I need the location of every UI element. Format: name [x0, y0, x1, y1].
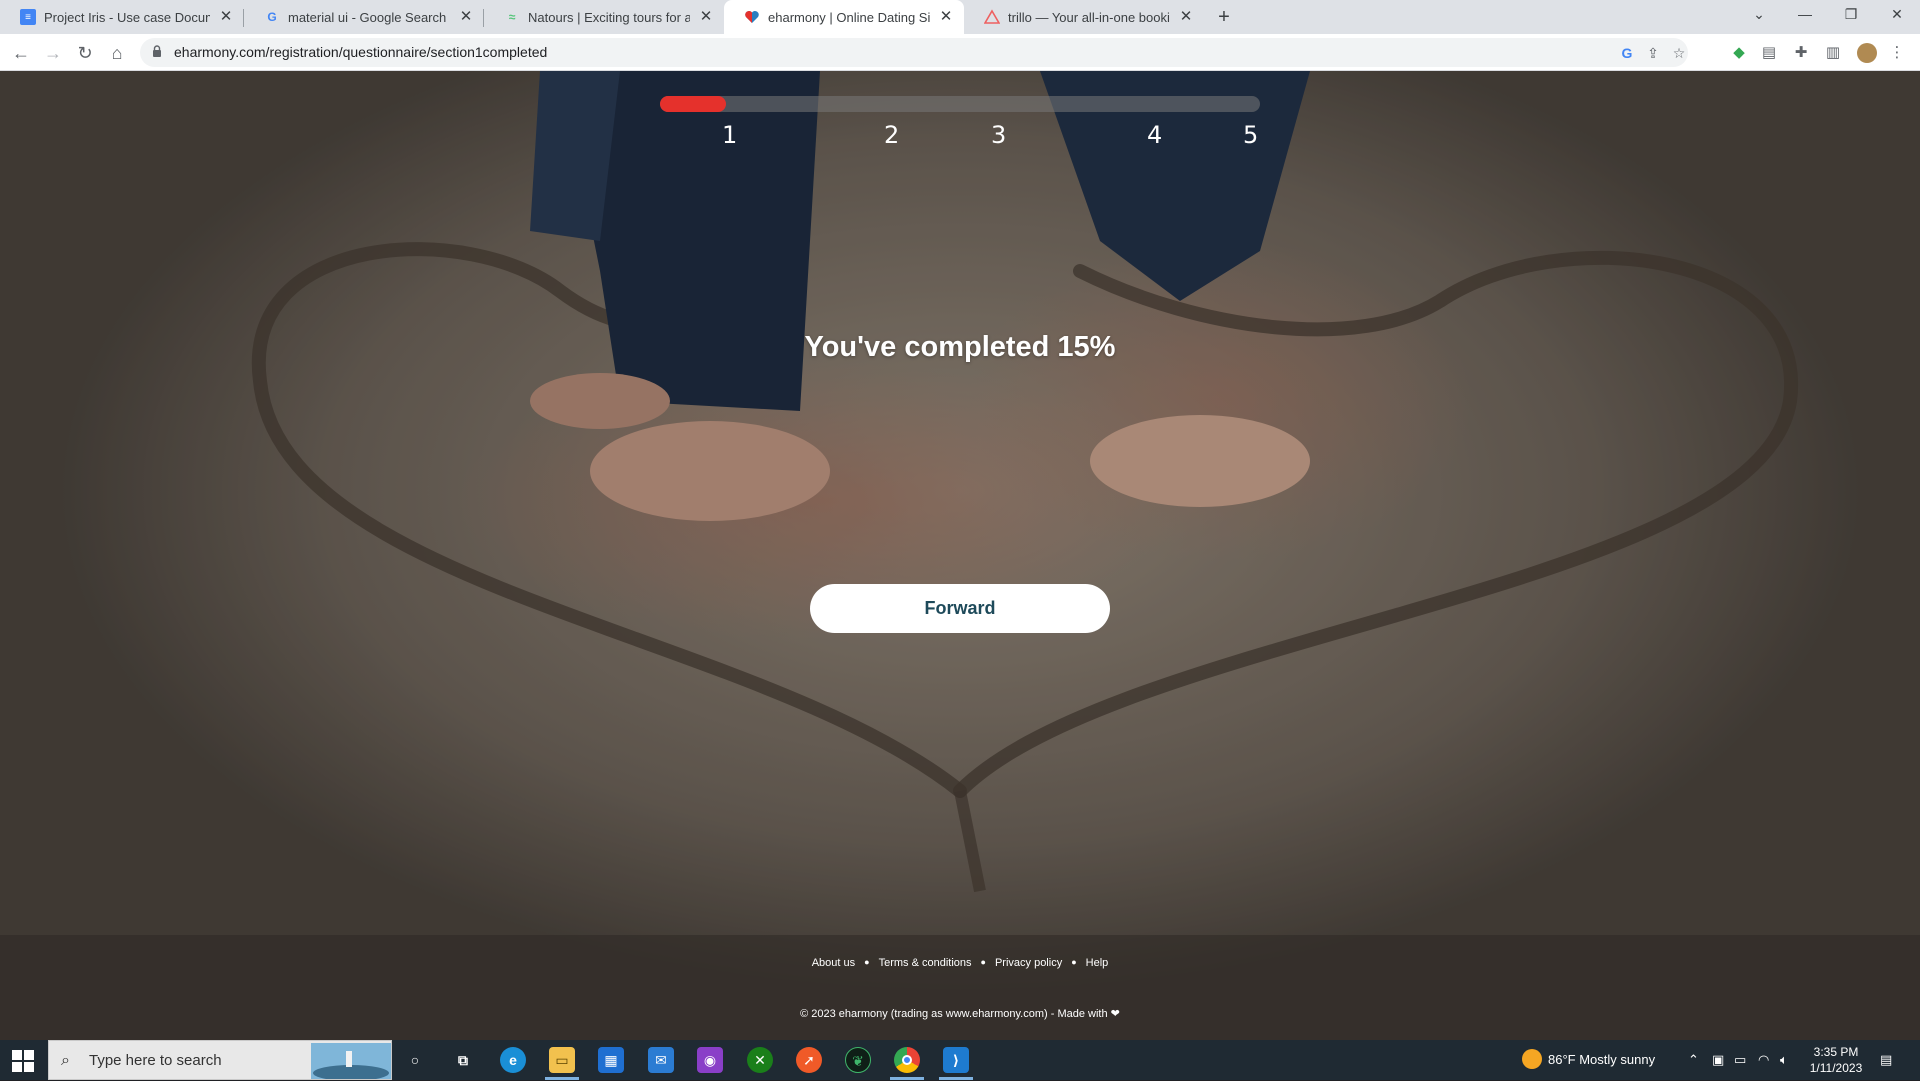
footer-links: About us ● Terms & conditions ● Privacy poli…: [811, 957, 1109, 969]
taskbar-search-placeholder: Type here to search: [89, 1052, 222, 1069]
clock-date: 1/11/2023: [1809, 1061, 1863, 1075]
battery-icon[interactable]: ▭: [1734, 1040, 1746, 1080]
tab-title: eharmony | Online Dating Site for Single…: [768, 9, 930, 25]
browser-menu-icon[interactable]: ⋮: [1886, 42, 1908, 64]
cortana-icon[interactable]: ○: [402, 1047, 428, 1073]
forward-button[interactable]: Forward: [810, 584, 1110, 633]
google-lens-icon[interactable]: G: [1618, 44, 1636, 62]
reload-icon[interactable]: ↻: [72, 40, 98, 66]
progress-step-1: 1: [722, 121, 738, 149]
completion-headline: You've completed 15%: [804, 331, 1116, 363]
show-hidden-icons-chevron[interactable]: ⌃: [1688, 1040, 1699, 1080]
progress-step-5: 5: [1243, 121, 1259, 149]
notifications-icon[interactable]: ▤: [1880, 1040, 1892, 1080]
system-clock[interactable]: 3:35 PM 1/11/2023: [1802, 1044, 1870, 1076]
postman-icon[interactable]: ➚: [796, 1047, 822, 1073]
windows-taskbar: ⌕ Type here to search ○ ⧉ e ▭ ▦ ✉ ◉ ✕ ➚ …: [0, 1040, 1920, 1080]
xbox-icon[interactable]: ✕: [747, 1047, 773, 1073]
tab-natours[interactable]: ≈ Natours | Exciting tours for adventuro…: [484, 0, 724, 34]
file-explorer-icon[interactable]: ▭: [549, 1047, 575, 1073]
new-tab-button[interactable]: +: [1212, 5, 1236, 29]
tab-title: Project Iris - Use case Document: [44, 9, 210, 25]
tab-title: trillo — Your all-in-one booking app: [1008, 9, 1170, 25]
windows-start-icon[interactable]: [12, 1050, 34, 1072]
minimize-icon[interactable]: —: [1782, 0, 1828, 30]
progress-bar-fill: [660, 96, 726, 112]
microsoft-store-icon[interactable]: ▦: [598, 1047, 624, 1073]
footer-link-about-us[interactable]: About us: [812, 957, 855, 969]
trillo-icon: [984, 9, 1000, 25]
share-icon[interactable]: ⇪: [1644, 44, 1662, 62]
natours-icon: ≈: [508, 10, 516, 24]
eharmony-icon: [744, 9, 760, 25]
questionnaire-page: 1 2 3 4 5 You've completed 15% Forward A…: [0, 71, 1920, 1040]
progress-step-2: 2: [884, 121, 900, 149]
close-icon[interactable]: ✕: [698, 9, 714, 25]
page-footer: About us ● Terms & conditions ● Privacy poli…: [0, 935, 1920, 1040]
browser-toolbar: ← → ↻ ⌂ eharmony.com/registration/questi…: [0, 34, 1920, 71]
docs-icon: ≡: [20, 9, 36, 25]
profile-avatar[interactable]: [1856, 42, 1878, 64]
mail-icon[interactable]: ✉: [648, 1047, 674, 1073]
chrome-icon[interactable]: [894, 1047, 920, 1073]
task-view-icon[interactable]: ⧉: [450, 1047, 476, 1073]
search-icon: ⌕: [61, 1052, 70, 1069]
lock-icon: [153, 45, 161, 57]
media-app-icon[interactable]: ◉: [697, 1047, 723, 1073]
tab-trillo[interactable]: trillo — Your all-in-one booking app ✕: [964, 0, 1204, 34]
browser-tab-strip: ≡ Project Iris - Use case Document ✕ G m…: [0, 0, 1920, 34]
tab-eharmony[interactable]: eharmony | Online Dating Site for Single…: [724, 0, 964, 34]
extension-card-icon[interactable]: ▤: [1758, 42, 1780, 64]
volume-icon[interactable]: 🔈︎: [1780, 1040, 1788, 1080]
home-icon[interactable]: ⌂: [104, 40, 130, 66]
meet-now-icon[interactable]: ▣: [1712, 1040, 1724, 1080]
close-icon[interactable]: ✕: [458, 9, 474, 25]
google-icon: G: [267, 10, 277, 24]
forward-arrow-icon[interactable]: →: [40, 40, 66, 66]
window-close-icon[interactable]: ✕: [1874, 0, 1920, 30]
footer-link-terms[interactable]: Terms & conditions: [879, 957, 972, 969]
edge-icon[interactable]: e: [500, 1047, 526, 1073]
sun-cloud-icon: [1522, 1049, 1542, 1069]
search-highlight-art: [311, 1043, 391, 1079]
back-arrow-icon[interactable]: ←: [8, 40, 34, 66]
mongodb-compass-icon[interactable]: ❦: [845, 1047, 871, 1073]
progress-step-3: 3: [991, 121, 1007, 149]
bookmark-star-icon[interactable]: ☆: [1670, 44, 1688, 62]
close-icon[interactable]: ✕: [218, 9, 234, 25]
tab-title: material ui - Google Search: [288, 9, 447, 25]
tab-title: Natours | Exciting tours for adventurous…: [528, 9, 690, 25]
close-icon[interactable]: ✕: [1178, 9, 1194, 25]
clock-time: 3:35 PM: [1813, 1045, 1859, 1059]
extensions-puzzle-icon[interactable]: ✚: [1790, 42, 1812, 64]
heart-icon: ❤: [1110, 1008, 1120, 1020]
extension-shield-icon[interactable]: ◆: [1728, 42, 1750, 64]
side-panel-icon[interactable]: ▥: [1822, 42, 1844, 64]
progress-bar: [660, 96, 1260, 112]
address-bar[interactable]: eharmony.com/registration/questionnaire/…: [140, 38, 1688, 67]
taskbar-search-box[interactable]: ⌕ Type here to search: [48, 1040, 392, 1080]
progress-step-4: 4: [1147, 121, 1163, 149]
vscode-icon[interactable]: ⟩: [943, 1047, 969, 1073]
url-text: eharmony.com/registration/questionnaire/…: [174, 44, 548, 60]
footer-link-help[interactable]: Help: [1086, 957, 1109, 969]
tab-search-chevron-icon[interactable]: ⌄: [1736, 0, 1782, 30]
weather-widget[interactable]: 86°F Mostly sunny: [1522, 1040, 1655, 1080]
footer-link-privacy[interactable]: Privacy policy: [995, 957, 1062, 969]
restore-icon[interactable]: ❐: [1828, 0, 1874, 30]
tab-material-ui-search[interactable]: G material ui - Google Search ✕: [244, 0, 484, 34]
wifi-icon[interactable]: ◠: [1758, 1040, 1769, 1080]
close-icon[interactable]: ✕: [938, 9, 954, 25]
tab-project-iris[interactable]: ≡ Project Iris - Use case Document ✕: [0, 0, 244, 34]
copyright-text: © 2023 eharmony (trading as www.eharmony…: [800, 1008, 1120, 1020]
